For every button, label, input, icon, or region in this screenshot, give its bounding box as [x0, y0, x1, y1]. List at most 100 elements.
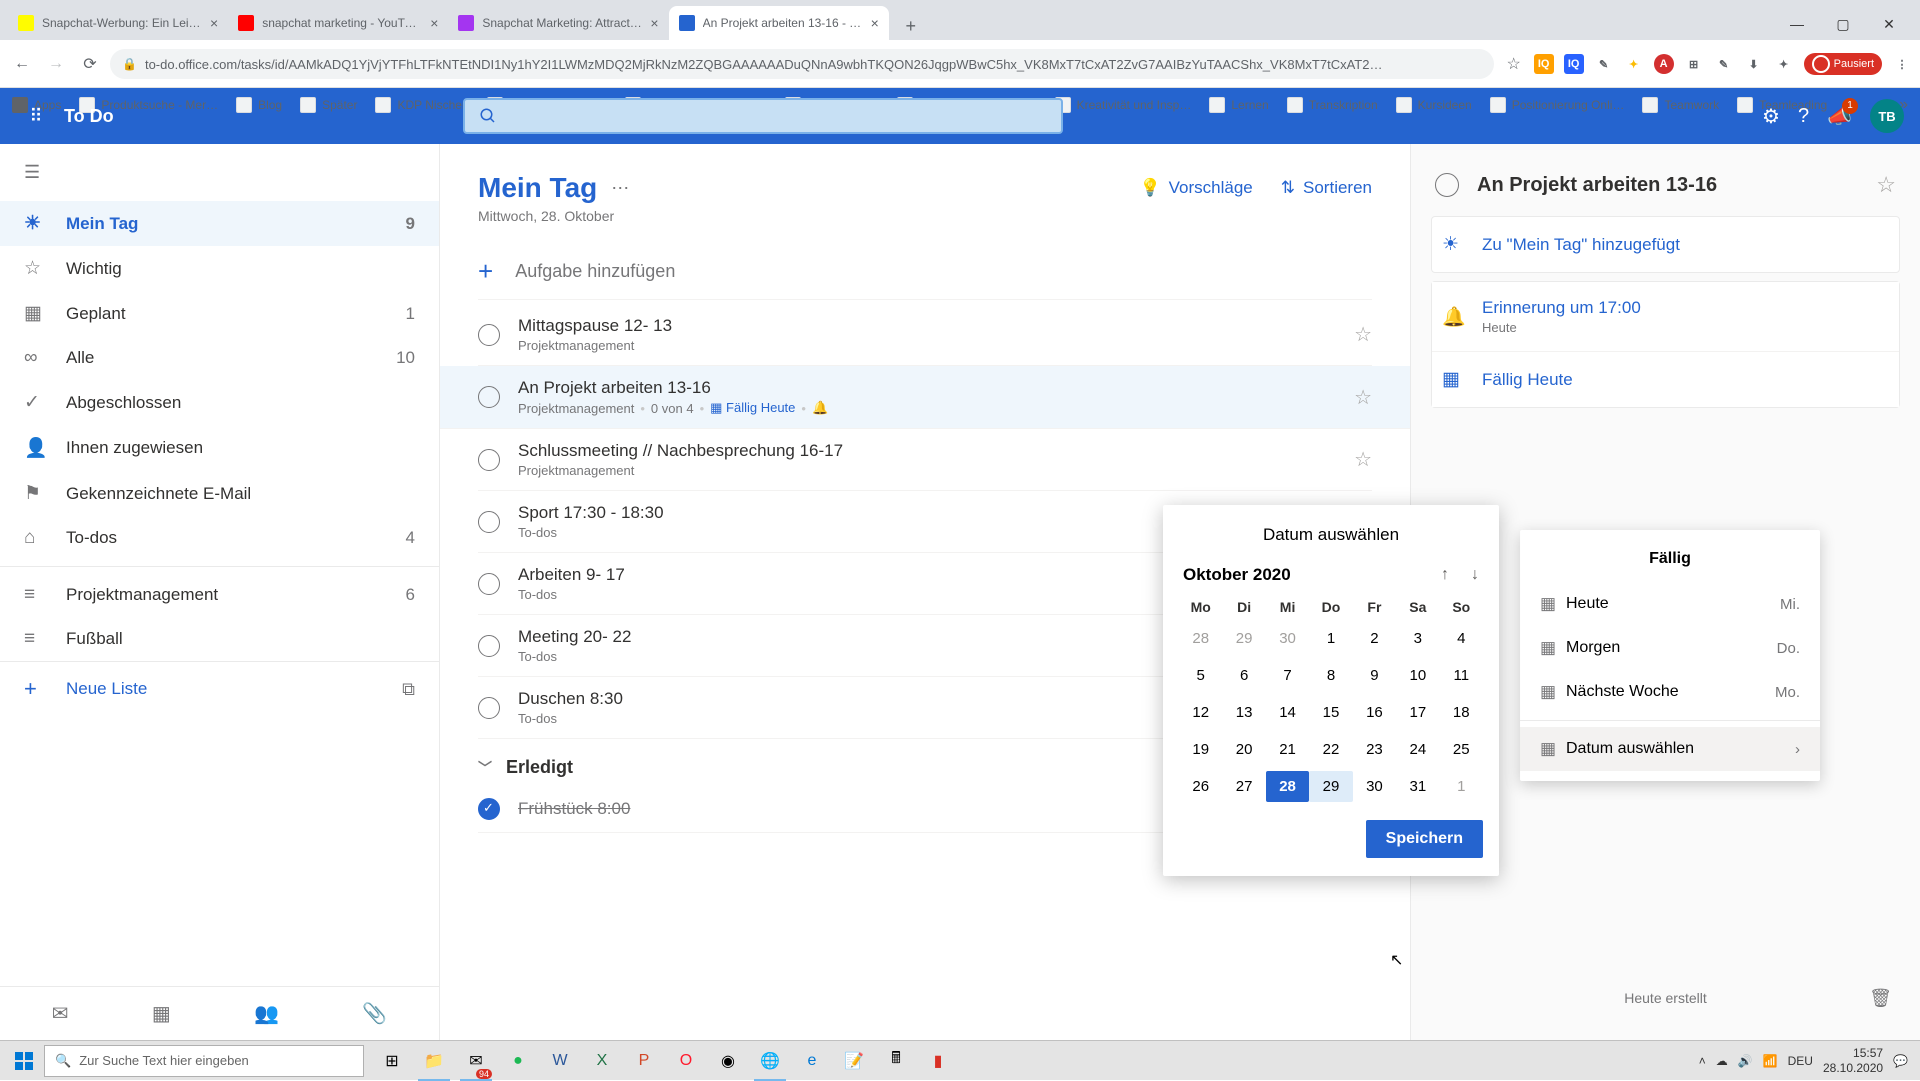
- help-icon[interactable]: ?: [1798, 105, 1809, 128]
- ext-icon[interactable]: ⬇: [1744, 54, 1764, 74]
- browser-tab[interactable]: An Projekt arbeiten 13-16 - To D…×: [669, 6, 889, 40]
- settings-icon[interactable]: ⚙: [1762, 104, 1780, 129]
- sidebar-item[interactable]: 👤Ihnen zugewiesen: [0, 425, 439, 471]
- dp-day[interactable]: 30: [1266, 623, 1309, 654]
- suggestions-button[interactable]: 💡 Vorschläge: [1139, 178, 1252, 198]
- app-launcher-icon[interactable]: ⠿: [16, 96, 56, 136]
- dp-day[interactable]: 15: [1309, 697, 1352, 728]
- sidebar-item[interactable]: ▦Geplant1: [0, 291, 439, 336]
- star-icon[interactable]: ☆: [1354, 322, 1372, 347]
- taskbar-search[interactable]: 🔍 Zur Suche Text hier eingeben: [44, 1045, 364, 1077]
- calendar-icon[interactable]: ▦: [152, 1001, 171, 1026]
- dp-day[interactable]: 31: [1396, 771, 1439, 802]
- hamburger-icon[interactable]: ☰: [0, 144, 439, 201]
- dp-day[interactable]: 22: [1309, 734, 1352, 765]
- bookmark-item[interactable]: KDP Nischen: [375, 97, 468, 113]
- due-option[interactable]: ▦Nächste WocheMo.: [1520, 670, 1820, 714]
- browser-tab[interactable]: Snapchat Marketing: Attract New…×: [448, 6, 668, 40]
- sidebar-item[interactable]: ☆Wichtig: [0, 246, 439, 291]
- dp-day[interactable]: 8: [1309, 660, 1352, 691]
- sidebar-item[interactable]: ⌂To-dos4: [0, 516, 439, 560]
- minimize-button[interactable]: —: [1774, 8, 1820, 40]
- dp-day[interactable]: 20: [1222, 734, 1265, 765]
- ext-icon[interactable]: ✎: [1594, 54, 1614, 74]
- complete-toggle[interactable]: [478, 511, 500, 533]
- complete-toggle[interactable]: [478, 798, 500, 820]
- ext-icon[interactable]: ✎: [1714, 54, 1734, 74]
- star-icon[interactable]: ☆: [1354, 385, 1372, 410]
- dp-day[interactable]: 29: [1309, 771, 1352, 802]
- detail-title[interactable]: An Projekt arbeiten 13-16: [1477, 174, 1858, 197]
- star-icon[interactable]: ☆: [1876, 172, 1896, 198]
- app-icon[interactable]: ▮: [918, 1041, 958, 1081]
- dp-day[interactable]: 4: [1440, 623, 1483, 654]
- task-item[interactable]: Mittagspause 12- 13Projektmanagement☆: [478, 304, 1372, 366]
- sort-button[interactable]: ⇅ Sortieren: [1281, 178, 1372, 198]
- dp-day[interactable]: 14: [1266, 697, 1309, 728]
- dp-day[interactable]: 2: [1353, 623, 1396, 654]
- dp-day[interactable]: 16: [1353, 697, 1396, 728]
- sidebar-list-item[interactable]: ≡Fußball: [0, 617, 439, 661]
- added-my-day-row[interactable]: ☀ Zu "Mein Tag" hinzugefügt: [1431, 216, 1900, 273]
- dp-day[interactable]: 21: [1266, 734, 1309, 765]
- obs-icon[interactable]: ◉: [708, 1041, 748, 1081]
- dp-day[interactable]: 26: [1179, 771, 1222, 802]
- people-icon[interactable]: 👥: [254, 1001, 279, 1026]
- dp-day[interactable]: 7: [1266, 660, 1309, 691]
- dp-day[interactable]: 25: [1440, 734, 1483, 765]
- due-option[interactable]: ▦HeuteMi.: [1520, 582, 1820, 626]
- forward-button[interactable]: →: [42, 50, 70, 78]
- ext-icon[interactable]: ✦: [1774, 54, 1794, 74]
- complete-toggle[interactable]: [478, 449, 500, 471]
- dp-day[interactable]: 29: [1222, 623, 1265, 654]
- add-group-icon[interactable]: ⧉: [402, 679, 415, 700]
- sidebar-item[interactable]: ∞Alle10: [0, 336, 439, 380]
- powerpoint-icon[interactable]: P: [624, 1041, 664, 1081]
- due-option[interactable]: ▦MorgenDo.: [1520, 626, 1820, 670]
- favorite-icon[interactable]: ☆: [1500, 50, 1528, 78]
- dp-day[interactable]: 28: [1266, 771, 1309, 802]
- system-tray[interactable]: ˄ ☁ 🔊 📶 DEU 15:57 28.10.2020 💬: [1699, 1046, 1916, 1075]
- maximize-button[interactable]: ▢: [1820, 8, 1866, 40]
- dp-day[interactable]: 19: [1179, 734, 1222, 765]
- mail-icon[interactable]: ✉: [52, 1001, 69, 1026]
- browser-tab[interactable]: Snapchat-Werbung: Ein Leitfad…×: [8, 6, 228, 40]
- ext-icon[interactable]: A: [1654, 54, 1674, 74]
- complete-toggle[interactable]: [478, 697, 500, 719]
- close-icon[interactable]: ×: [430, 15, 438, 31]
- complete-toggle[interactable]: [478, 324, 500, 346]
- sidebar-item[interactable]: ✓Abgeschlossen: [0, 380, 439, 425]
- onedrive-icon[interactable]: ☁: [1716, 1054, 1728, 1068]
- dp-day[interactable]: 1: [1309, 623, 1352, 654]
- edge-icon[interactable]: e: [792, 1041, 832, 1081]
- notepad-icon[interactable]: 📝: [834, 1041, 874, 1081]
- word-icon[interactable]: W: [540, 1041, 580, 1081]
- bookmark-item[interactable]: Teamwork: [1642, 97, 1719, 113]
- new-list-button[interactable]: +Neue Liste⧉: [0, 661, 439, 716]
- list-menu-icon[interactable]: ⋯: [611, 178, 629, 199]
- url-bar[interactable]: 🔒 to-do.office.com/tasks/id/AAMkADQ1YjVj…: [110, 49, 1494, 79]
- bookmark-item[interactable]: Transkription: [1287, 97, 1378, 113]
- complete-toggle[interactable]: [478, 573, 500, 595]
- start-button[interactable]: [4, 1041, 44, 1081]
- sidebar-item[interactable]: ☀Mein Tag9: [0, 201, 439, 246]
- dp-day[interactable]: 3: [1396, 623, 1439, 654]
- dp-day[interactable]: 17: [1396, 697, 1439, 728]
- language-indicator[interactable]: DEU: [1788, 1054, 1813, 1068]
- bookmark-item[interactable]: Kreativität und Insp…: [1055, 97, 1192, 113]
- date-picker-month[interactable]: Oktober 2020: [1183, 565, 1291, 585]
- new-tab-button[interactable]: +: [897, 12, 925, 40]
- dp-day[interactable]: 30: [1353, 771, 1396, 802]
- bookmark-item[interactable]: Später: [300, 97, 357, 113]
- reload-button[interactable]: ⟳: [76, 50, 104, 78]
- dp-day[interactable]: 11: [1440, 660, 1483, 691]
- close-window-button[interactable]: ✕: [1866, 8, 1912, 40]
- tray-chevron-icon[interactable]: ˄: [1699, 1054, 1706, 1068]
- dp-day[interactable]: 1: [1440, 771, 1483, 802]
- opera-icon[interactable]: O: [666, 1041, 706, 1081]
- dp-day[interactable]: 10: [1396, 660, 1439, 691]
- dp-day[interactable]: 28: [1179, 623, 1222, 654]
- complete-toggle[interactable]: [478, 635, 500, 657]
- task-view-icon[interactable]: ⊞: [372, 1041, 412, 1081]
- ext-icon[interactable]: IQ: [1564, 54, 1584, 74]
